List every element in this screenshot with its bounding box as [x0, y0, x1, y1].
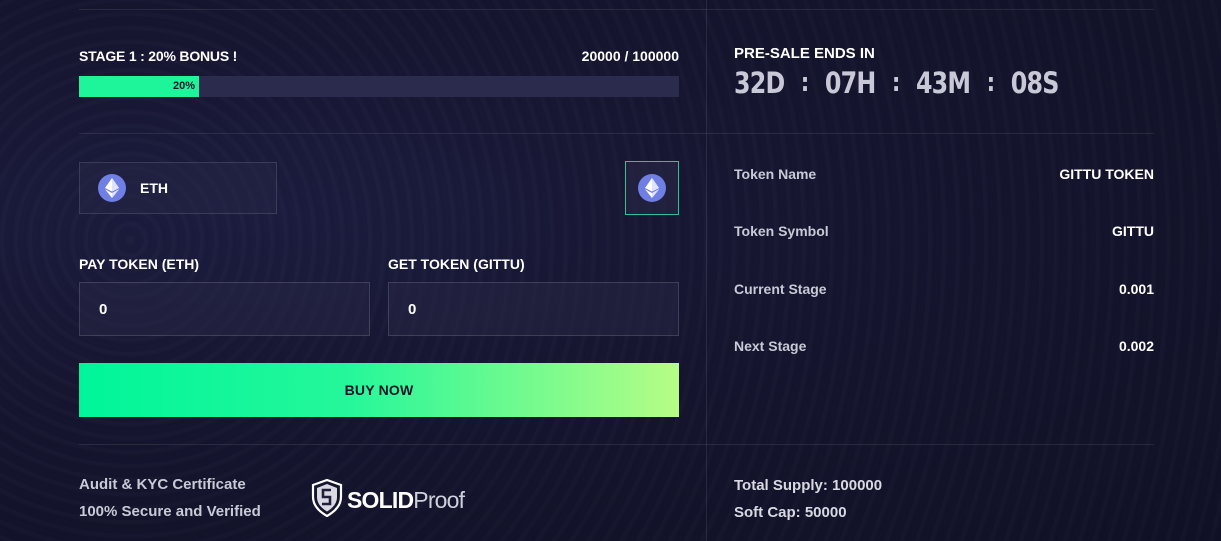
- countdown-seconds: 08S: [1010, 66, 1060, 100]
- countdown-separator: :: [986, 68, 996, 98]
- pay-token-label: PAY TOKEN (ETH): [79, 256, 200, 272]
- current-stage-value: 0.001: [1118, 281, 1154, 297]
- countdown-separator: :: [800, 68, 810, 98]
- soft-cap-text: Soft Cap: 50000: [734, 504, 847, 521]
- currency-label: ETH: [140, 180, 168, 196]
- divider-bottom: [79, 444, 1154, 445]
- token-name-label: Token Name: [734, 166, 817, 182]
- token-name-value: GITTU TOKEN: [1059, 166, 1154, 182]
- token-symbol-value: GITTU: [1112, 223, 1154, 239]
- divider-mid: [79, 133, 1154, 134]
- current-stage-label: Current Stage: [734, 281, 827, 297]
- countdown-minutes: 43M: [915, 66, 971, 100]
- get-token-label: GET TOKEN (GITTU): [388, 256, 525, 272]
- stage-progress-fill: 20%: [79, 76, 199, 97]
- presale-countdown: 32D : 07H : 43M : 08S: [734, 66, 1059, 100]
- ethereum-icon: [98, 174, 126, 202]
- solidproof-light-text: Proof: [413, 487, 465, 513]
- secure-verified-text: 100% Secure and Verified: [79, 503, 261, 520]
- presale-title: PRE-SALE ENDS IN: [734, 45, 875, 62]
- shield-icon: [311, 478, 343, 522]
- stage-progress-bar: 20%: [79, 76, 679, 97]
- stage-title: STAGE 1 : 20% BONUS !: [79, 48, 238, 64]
- divider-top: [79, 9, 1154, 10]
- currency-selector[interactable]: ETH: [79, 162, 277, 214]
- divider-vertical: [706, 0, 707, 541]
- total-supply-text: Total Supply: 100000: [734, 477, 883, 494]
- ethereum-icon: [638, 174, 666, 202]
- countdown-days: 32D: [734, 66, 785, 100]
- next-stage-value: 0.002: [1118, 338, 1154, 354]
- solidproof-logo[interactable]: SOLIDProof: [311, 478, 465, 522]
- solidproof-bold-text: SOLID: [347, 487, 414, 513]
- buy-now-button[interactable]: BUY NOW: [79, 363, 679, 417]
- token-symbol-label: Token Symbol: [734, 223, 829, 239]
- stage-count: 20000 / 100000: [581, 48, 679, 64]
- countdown-separator: :: [891, 68, 901, 98]
- get-token-input[interactable]: [388, 282, 679, 336]
- countdown-hours: 07H: [824, 66, 876, 100]
- solidproof-wordmark: SOLIDProof: [347, 487, 465, 514]
- next-stage-label: Next Stage: [734, 338, 807, 354]
- pay-token-input[interactable]: [79, 282, 370, 336]
- ethereum-network-button[interactable]: [625, 161, 679, 215]
- audit-kyc-text: Audit & KYC Certificate: [79, 476, 246, 493]
